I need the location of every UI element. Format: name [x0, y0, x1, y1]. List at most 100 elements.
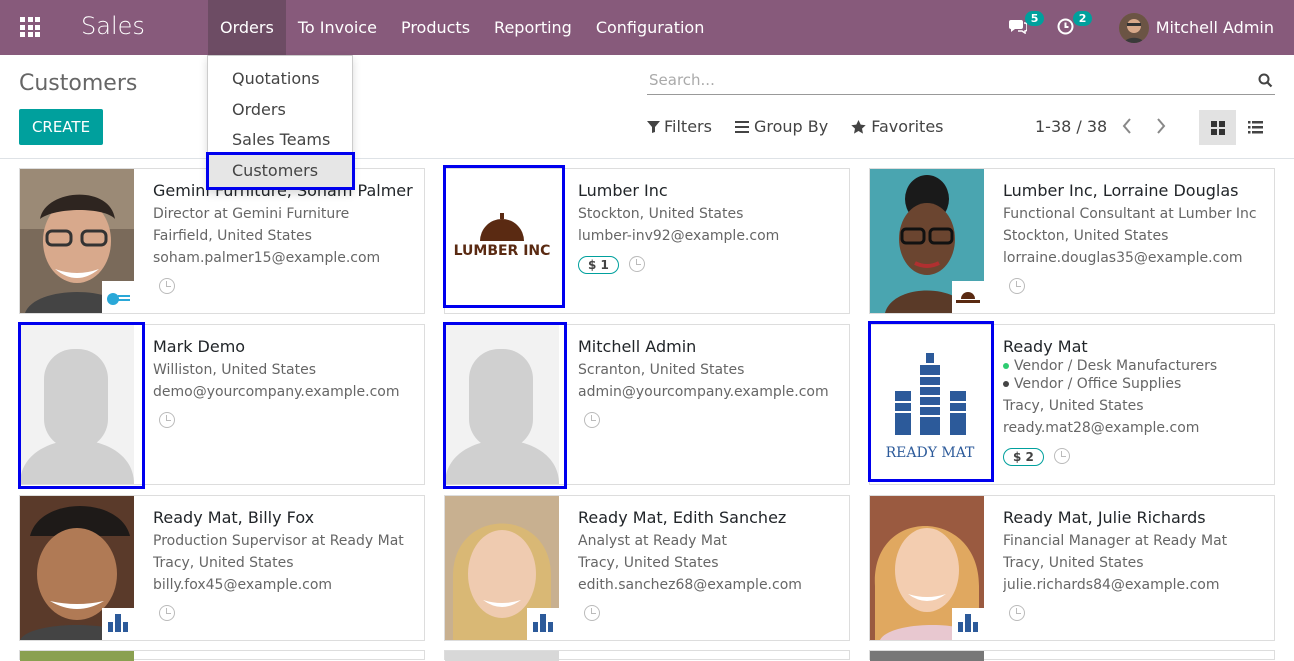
filters-label: Filters	[664, 117, 712, 136]
pager-value[interactable]: 1-38 / 38	[1035, 117, 1107, 136]
sale-orders-badge[interactable]: $ 1	[578, 256, 619, 274]
star-icon	[851, 119, 866, 134]
category-tag: Vendor / Office Supplies	[1003, 376, 1268, 392]
activities-button[interactable]: 2	[1057, 10, 1093, 38]
search-icon[interactable]	[1258, 73, 1273, 88]
dropdown-item-sales-teams[interactable]: Sales Teams	[208, 125, 352, 156]
list-view-icon	[1248, 121, 1263, 134]
pager-previous-button[interactable]	[1122, 115, 1132, 139]
company-logo	[952, 608, 984, 640]
groupby-button[interactable]: Group By	[734, 117, 829, 136]
company-logo	[952, 281, 984, 313]
pager-next-button[interactable]	[1156, 115, 1166, 139]
messages-count-badge: 5	[1024, 10, 1045, 26]
highlight-box	[18, 322, 145, 489]
customer-card[interactable]: Ready Mat, Edith Sanchez Analyst at Read…	[444, 495, 850, 641]
contact-photo	[870, 169, 984, 313]
contact-function: Analyst at Ready Mat	[578, 533, 728, 549]
list-view-button[interactable]	[1237, 110, 1274, 145]
category-tag: Vendor / Desk Manufacturers	[1003, 358, 1268, 374]
menu-orders[interactable]: Orders	[208, 0, 286, 55]
contact-email: edith.sanchez68@example.com	[578, 577, 802, 593]
tag-label: Vendor / Office Supplies	[1014, 376, 1182, 392]
menu-configuration[interactable]: Configuration	[584, 0, 717, 55]
clock-icon	[1057, 18, 1074, 34]
tag-color-dot	[1003, 381, 1009, 387]
sale-orders-badge[interactable]: $ 2	[1003, 448, 1044, 466]
contact-photo	[20, 651, 134, 661]
systray: 5 2 Mitchell Admin	[1008, 0, 1294, 55]
groupby-label: Group By	[753, 117, 829, 136]
activity-clock-icon[interactable]	[584, 605, 600, 621]
top-navbar: Sales Orders To Invoice Products Reporti…	[0, 0, 1294, 55]
app-brand[interactable]: Sales	[81, 12, 145, 40]
contact-name: Ready Mat	[1003, 337, 1088, 356]
customer-card[interactable]: Ready Mat, Billy Fox Production Supervis…	[19, 495, 425, 641]
contact-photo	[445, 496, 559, 640]
contact-email: lumber-inv92@example.com	[578, 228, 780, 244]
chevron-right-icon	[1157, 118, 1166, 134]
contact-name: Ready Mat, Edith Sanchez	[578, 508, 787, 527]
user-avatar[interactable]	[1118, 12, 1149, 43]
search-placeholder: Search...	[649, 71, 715, 89]
activity-clock-icon[interactable]	[1009, 278, 1025, 294]
dropdown-item-customers[interactable]: Customers	[206, 152, 355, 190]
messages-button[interactable]: 5	[1008, 10, 1045, 38]
search-options: Filters Group By Favorites	[647, 117, 967, 136]
contact-name: Lumber Inc	[578, 181, 668, 200]
filters-button[interactable]: Filters	[647, 117, 712, 136]
favorites-label: Favorites	[871, 117, 944, 136]
menu-products[interactable]: Products	[389, 0, 482, 55]
chat-icon	[1008, 19, 1028, 34]
dropdown-item-quotations[interactable]: Quotations	[208, 64, 352, 95]
control-panel: Customers CREATE Search... Filters Group…	[0, 55, 1294, 159]
customer-card[interactable]: Ready Mat, Julie Richards Financial Mana…	[869, 495, 1275, 641]
contact-name: Ready Mat, Julie Richards	[1003, 508, 1206, 527]
contact-photo	[20, 169, 134, 313]
contact-photo	[20, 496, 134, 640]
menu-to-invoice[interactable]: To Invoice	[286, 0, 389, 55]
activity-clock-icon[interactable]	[159, 605, 175, 621]
contact-photo	[445, 651, 559, 661]
tag-label: Vendor / Desk Manufacturers	[1014, 358, 1218, 374]
dropdown-item-orders[interactable]: Orders	[208, 95, 352, 126]
kanban-view-button[interactable]	[1199, 110, 1236, 145]
contact-location: Tracy, United States	[153, 555, 294, 571]
company-logo	[527, 608, 559, 640]
favorites-button[interactable]: Favorites	[851, 117, 944, 136]
activities-count-badge: 2	[1072, 10, 1093, 26]
menu-reporting[interactable]: Reporting	[482, 0, 584, 55]
contact-email: soham.palmer15@example.com	[153, 250, 381, 266]
user-name[interactable]: Mitchell Admin	[1156, 18, 1274, 37]
activity-clock-icon[interactable]	[584, 412, 600, 428]
contact-name: Lumber Inc, Lorraine Douglas	[1003, 181, 1239, 200]
chevron-left-icon	[1122, 118, 1131, 134]
activity-clock-icon[interactable]	[1053, 448, 1070, 464]
contact-email: billy.fox45@example.com	[153, 577, 333, 593]
customer-card-partial[interactable]	[869, 650, 1275, 661]
contact-email: demo@yourcompany.example.com	[153, 384, 400, 400]
contact-photo	[870, 651, 984, 661]
contact-location: Scranton, United States	[578, 362, 745, 378]
contact-function: Production Supervisor at Ready Mat	[153, 533, 404, 549]
contact-location: Tracy, United States	[1003, 555, 1144, 571]
activity-clock-icon[interactable]	[159, 412, 175, 428]
create-button[interactable]: CREATE	[19, 109, 103, 145]
activity-clock-icon[interactable]	[1009, 605, 1025, 621]
company-logo	[102, 608, 134, 640]
apps-menu-icon[interactable]	[20, 17, 40, 37]
contact-function: Financial Manager at Ready Mat	[1003, 533, 1228, 549]
customer-card-partial[interactable]	[19, 650, 425, 661]
highlight-box	[868, 321, 994, 482]
page-title: Customers	[19, 71, 138, 96]
search-input[interactable]: Search...	[647, 67, 1275, 95]
tag-color-dot	[1003, 363, 1009, 369]
customer-card-partial[interactable]	[444, 650, 850, 661]
activity-clock-icon[interactable]	[159, 278, 175, 294]
customer-card[interactable]: Lumber Inc, Lorraine Douglas Functional …	[869, 168, 1275, 314]
contact-name: Mark Demo	[153, 337, 246, 356]
contact-email: julie.richards84@example.com	[1003, 577, 1220, 593]
activity-clock-icon[interactable]	[628, 256, 645, 272]
filter-icon	[647, 121, 660, 133]
company-logo	[102, 281, 134, 313]
